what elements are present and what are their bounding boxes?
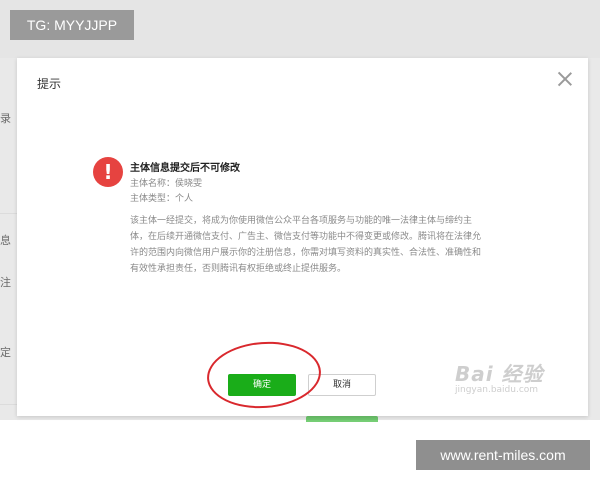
background-side-char: 录: [0, 112, 11, 125]
notice-line: 有效性承担责任，否则腾讯有权拒绝或终止提供服务。: [130, 264, 347, 274]
background-side-char: 息: [0, 234, 11, 247]
subject-name: 主体名称：侯晓雯: [130, 179, 203, 189]
dialog-title: 提示: [37, 77, 62, 91]
background-side-char: 注: [0, 276, 11, 289]
notice-text: 该主体一经提交，将成为你使用微信公众平台各项服务与功能的唯一法律主体与缔约主 体…: [130, 213, 490, 277]
cancel-button[interactable]: 取消: [308, 374, 376, 396]
screenshot-stage: 录 息 注 定 TG: MYYJJPP 提示 ! 主体信息提交后不可修改 主体名…: [0, 0, 600, 480]
baidu-watermark-url: jingyan.baidu.com: [455, 385, 539, 395]
background-submit-button: [306, 416, 378, 422]
close-icon[interactable]: [556, 70, 574, 88]
watermark-label-top-left: TG: MYYJJPP: [10, 10, 134, 40]
notice-line: 许的范围内向微信用户展示你的注册信息，你需对填写资料的真实性、合法性、准确性和: [130, 248, 482, 258]
dialog-heading: 主体信息提交后不可修改: [130, 163, 240, 174]
notice-line: 该主体一经提交，将成为你使用微信公众平台各项服务与功能的唯一法律主体与缔约主: [130, 216, 473, 226]
background-divider: [0, 404, 17, 405]
warning-icon: !: [93, 157, 123, 187]
baidu-watermark: Bai 经验 jingyan.baidu.com: [455, 358, 544, 395]
notice-line: 体，在后续开通微信支付、广告主、微信支付等功能中不得变更或修改。腾讯将在法律允: [130, 232, 482, 242]
background-side-char: 定: [0, 346, 11, 359]
confirm-button[interactable]: 确定: [228, 374, 296, 396]
watermark-label-bottom-right: www.rent-miles.com: [416, 440, 590, 470]
background-divider: [0, 213, 17, 214]
subject-type: 主体类型：个人: [130, 194, 194, 204]
baidu-watermark-text: Bai 经验: [455, 362, 544, 386]
